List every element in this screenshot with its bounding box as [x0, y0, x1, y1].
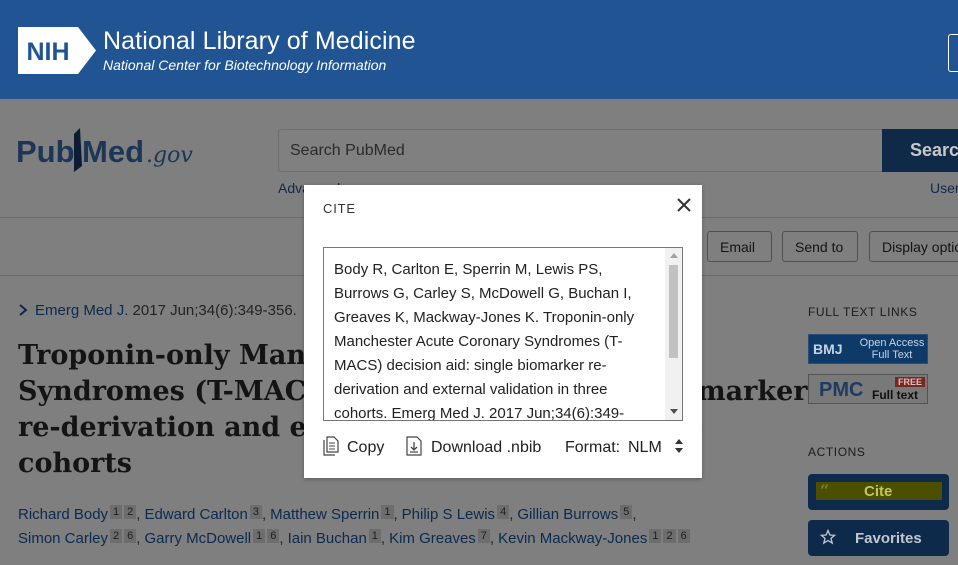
bmj-full-text-link[interactable]: BMJ Open Access Full Text — [808, 334, 928, 364]
download-icon — [406, 436, 422, 456]
affiliation-marker[interactable]: 1 — [253, 529, 266, 543]
download-label: Download .nbib — [431, 439, 542, 456]
affiliation-marker[interactable]: 1 — [649, 529, 662, 543]
pmc-full-text-link[interactable]: PMC FREE Full text — [808, 374, 928, 404]
author-link[interactable]: Kim Greaves — [389, 530, 476, 547]
pmc-full-text-label: Full text — [872, 388, 919, 402]
citation-line: cohorts. Emerg Med J. 2017 Jun;34(6):349… — [334, 405, 625, 421]
citation-line: Body R, Carlton E, Sperrin M, Lewis PS, — [334, 261, 603, 278]
author-link[interactable]: Kevin Mackway-Jones — [498, 530, 647, 547]
svg-text:.gov: .gov — [146, 143, 193, 168]
user-guide-link[interactable]: User — [930, 180, 958, 196]
favorites-button[interactable]: Favorites — [808, 520, 949, 556]
svg-text:Med: Med — [82, 134, 144, 169]
full-text-links-heading: FULL TEXT LINKS — [808, 305, 918, 319]
nlm-title: National Library of Medicine — [103, 27, 416, 55]
journal-link[interactable]: Emerg Med J. — [35, 302, 128, 319]
citation-line: derivation and external validation in th… — [334, 381, 608, 398]
author-separator: , — [509, 506, 514, 523]
close-icon[interactable] — [674, 195, 694, 215]
citation-line: MACS) decision aid: single biomarker re- — [334, 357, 607, 374]
search-input[interactable] — [278, 129, 882, 172]
affiliation-marker[interactable]: 7 — [477, 529, 490, 543]
author-separator: , — [393, 506, 398, 523]
author-separator: , — [136, 506, 141, 523]
cite-label: Cite — [864, 483, 893, 500]
author-separator: , — [261, 506, 267, 523]
author-link[interactable]: Matthew Sperrin — [270, 506, 379, 523]
citation-textarea[interactable]: Body R, Carlton E, Sperrin M, Lewis PS, … — [323, 247, 683, 421]
send-to-button[interactable]: Send to — [782, 231, 858, 262]
affiliation-marker[interactable]: 2 — [663, 529, 676, 543]
citation-line: Burrows G, Carley S, McDowell G, Buchan … — [334, 285, 632, 302]
bmj-open-access-label: Open Access Full Text — [857, 337, 927, 361]
journal-citation: Emerg Med J. 2017 Jun;34(6):349-356. — [35, 302, 297, 319]
account-button[interactable] — [948, 34, 958, 72]
citation-scrollbar[interactable] — [665, 248, 682, 420]
affiliation-marker[interactable]: 1 — [110, 505, 123, 519]
author-link[interactable]: Philip S Lewis — [402, 506, 495, 523]
dialog-title: CITE — [323, 201, 356, 216]
format-select[interactable]: NLM — [628, 436, 688, 460]
author-link[interactable]: Richard Body — [18, 506, 108, 523]
display-options-button[interactable]: Display options — [869, 231, 958, 262]
citation-text: Body R, Carlton E, Sperrin M, Lewis PS, … — [334, 258, 654, 421]
author-link[interactable]: Iain Buchan — [288, 530, 367, 547]
format-value: NLM — [628, 439, 662, 456]
author-separator: , — [136, 530, 141, 547]
author-link[interactable]: Gillian Burrows — [517, 506, 618, 523]
author-separator: , — [380, 530, 386, 547]
bmj-line1: Open Access — [859, 337, 925, 349]
pmc-logo: PMC — [819, 379, 864, 401]
pubmed-logo[interactable]: Pub Med .gov — [16, 122, 206, 178]
star-icon — [820, 529, 836, 545]
author-list: Simon Carley 2 6, Garry McDowell 1 6, Iain Buc… — [18, 529, 758, 547]
chevron-right-icon[interactable] — [18, 304, 28, 316]
affiliation-marker[interactable]: 6 — [267, 529, 280, 543]
actions-heading: ACTIONS — [808, 445, 866, 459]
affiliation-marker[interactable]: 4 — [497, 505, 510, 519]
affiliation-marker[interactable]: 3 — [249, 505, 262, 519]
affiliation-marker[interactable]: 2 — [110, 529, 123, 543]
author-list: Richard Body 1 2, Edward Carlton 3, Matthew S… — [18, 505, 758, 523]
affiliation-marker[interactable]: 1 — [381, 505, 394, 519]
quote-icon: “ — [820, 481, 830, 500]
nih-logo-text: NIH — [26, 38, 69, 66]
affiliation-marker[interactable]: 6 — [677, 529, 690, 543]
author-link[interactable]: Simon Carley — [18, 530, 108, 547]
nih-logo[interactable]: NIH — [18, 27, 96, 74]
ncbi-subtitle: National Center for Biotechnology Inform… — [103, 57, 387, 73]
affiliation-marker[interactable]: 6 — [124, 529, 137, 543]
affiliation-marker[interactable]: 1 — [368, 529, 381, 543]
format-label: Format: — [565, 439, 621, 456]
affiliation-marker[interactable]: 5 — [620, 505, 633, 519]
search-button[interactable]: Search — [882, 129, 958, 172]
bmj-line2: Full Text — [871, 349, 913, 361]
citation-line: Manchester Acute Coronary Syndromes (T- — [334, 333, 623, 350]
citation-date: 2017 Jun;34(6):349-356. — [132, 302, 297, 319]
nih-banner: NIH National Library of Medicine Nationa… — [0, 0, 958, 99]
copy-label: Copy — [347, 439, 385, 456]
affiliation-marker[interactable]: 2 — [124, 505, 137, 519]
cite-dialog: CITE Body R, Carlton E, Sperrin M, Lewis… — [304, 185, 702, 478]
author-separator: , — [279, 530, 284, 547]
svg-text:Pub: Pub — [16, 134, 75, 169]
author-separator: , — [632, 506, 637, 523]
scroll-thumb[interactable] — [669, 265, 678, 358]
bmj-logo: BMJ — [813, 341, 843, 357]
email-button[interactable]: Email — [707, 231, 772, 262]
copy-icon — [323, 436, 339, 456]
scroll-up-icon[interactable] — [670, 253, 678, 258]
free-badge: FREE — [895, 377, 926, 387]
author-separator: , — [489, 530, 495, 547]
cite-button[interactable]: “ Cite — [808, 474, 949, 510]
favorites-label: Favorites — [855, 530, 922, 547]
scroll-down-icon[interactable] — [670, 409, 678, 414]
author-link[interactable]: Garry McDowell — [144, 530, 251, 547]
author-link[interactable]: Edward Carlton — [144, 506, 247, 523]
select-arrows-icon — [675, 439, 683, 453]
citation-line: Greaves K, Mackway-Jones K. Troponin-onl… — [334, 309, 635, 326]
